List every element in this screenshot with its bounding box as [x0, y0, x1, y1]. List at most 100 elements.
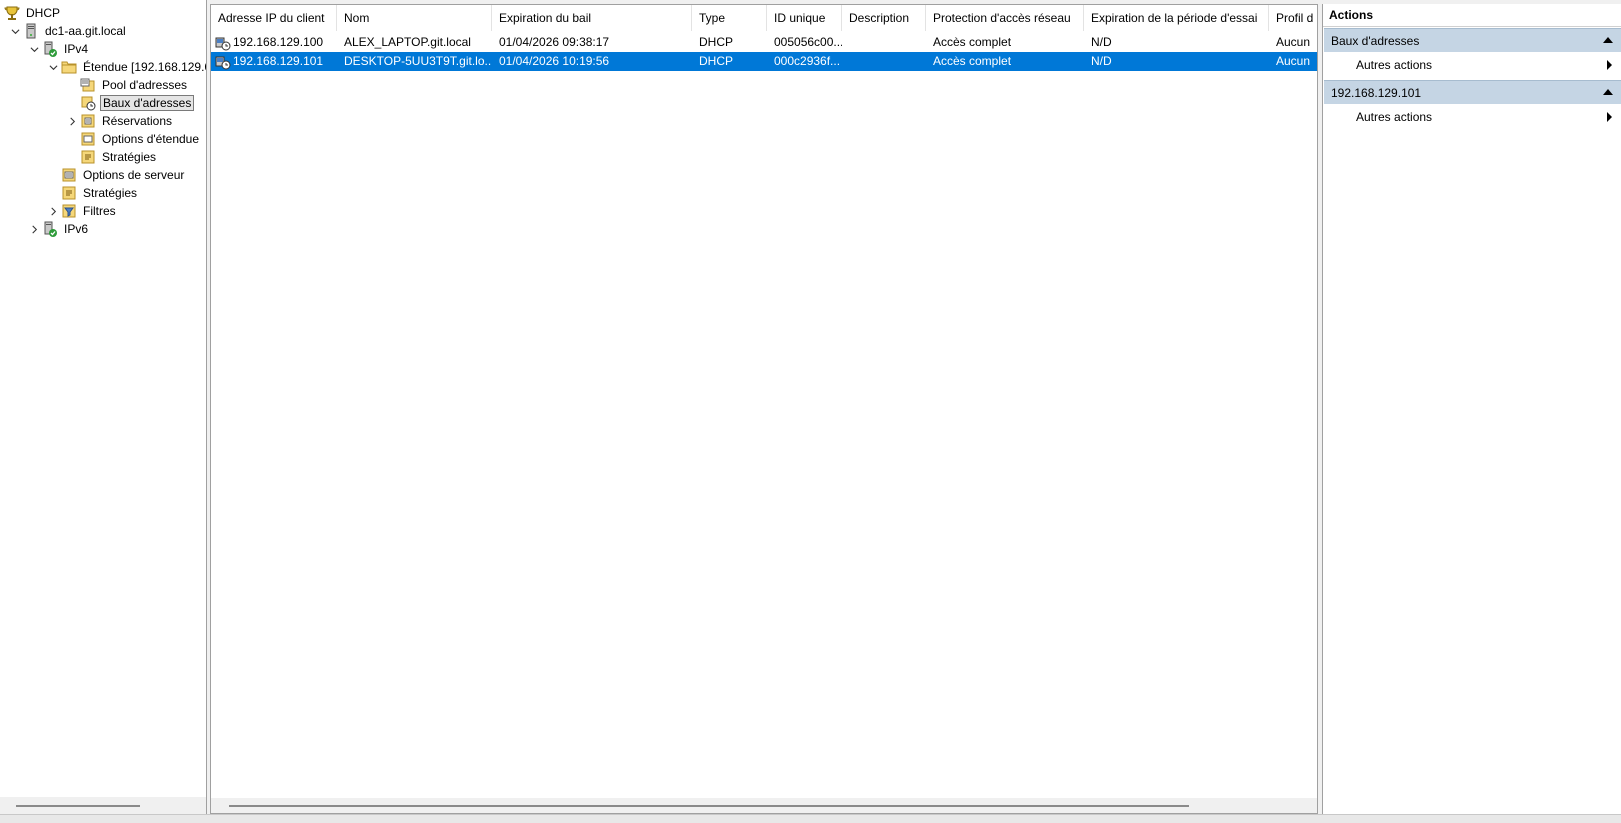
actions-group-header[interactable]: 192.168.129.101 — [1324, 80, 1621, 104]
lease-icon — [215, 35, 231, 51]
column-header-2[interactable]: Expiration du bail — [492, 5, 692, 31]
collapse-up-icon[interactable] — [1603, 37, 1613, 43]
tree-node-label: IPv4 — [64, 42, 89, 56]
cell-text: 192.168.129.101 — [233, 54, 324, 68]
submenu-arrow-icon — [1607, 60, 1612, 70]
folder-icon — [61, 59, 77, 75]
tree-node-label: dc1-aa.git.local — [45, 24, 126, 38]
action-more-actions[interactable]: Autres actions — [1324, 54, 1621, 76]
chevron-right-icon — [50, 207, 56, 215]
leases-list-view[interactable]: Adresse IP du client Nom Expiration du bai… — [210, 4, 1318, 814]
table-cell: DESKTOP-5UU3T9T.git.lo... — [344, 54, 492, 68]
expand-toggle[interactable] — [66, 112, 78, 130]
chevron-down-icon — [49, 64, 57, 70]
column-header-0[interactable]: Adresse IP du client — [211, 5, 337, 31]
column-header-1[interactable]: Nom — [337, 5, 492, 31]
server-options-icon — [61, 167, 77, 183]
tree-scrollbar-thumb[interactable] — [16, 805, 140, 807]
table-row[interactable]: 192.168.129.101 DESKTOP-5UU3T9T.git.lo...… — [211, 52, 1317, 71]
collapse-up-icon[interactable] — [1603, 89, 1613, 95]
table-cell: 192.168.129.101 — [211, 52, 337, 71]
tree-node-1[interactable]: dc1-aa.git.local — [0, 22, 128, 40]
lease-icon — [215, 54, 231, 70]
list-scrollbar-thumb[interactable] — [229, 805, 1189, 807]
chevron-down-icon — [30, 46, 38, 52]
actions-group-header[interactable]: Baux d'adresses — [1324, 28, 1621, 52]
tree-horizontal-scrollbar[interactable] — [0, 797, 206, 814]
tree-node-label: Options de serveur — [83, 168, 185, 182]
tree-node-9[interactable]: Options de serveur — [0, 166, 186, 184]
tree-node-7[interactable]: Options d'étendue — [0, 130, 201, 148]
table-cell: 01/04/2026 09:38:17 — [499, 35, 610, 49]
actions-group-label: 192.168.129.101 — [1331, 86, 1422, 100]
action-item-label: Autres actions — [1356, 58, 1433, 72]
tree-node-12[interactable]: IPv6 — [0, 220, 90, 238]
table-cell — [842, 33, 926, 52]
table-cell: DHCP — [699, 54, 734, 68]
tree-node-10[interactable]: Stratégies — [0, 184, 139, 202]
collapse-toggle[interactable] — [47, 58, 59, 76]
policies-icon — [80, 149, 96, 165]
table-cell: 000c2936f... — [774, 54, 841, 68]
column-header-8[interactable]: Profil d — [1269, 5, 1317, 31]
console-tree[interactable]: DHCP dc1-aa.git.local IPv4 Étendue [192.168… — [0, 0, 207, 814]
tree-node-8[interactable]: Stratégies — [0, 148, 158, 166]
column-header-4[interactable]: ID unique — [767, 5, 842, 31]
collapse-toggle[interactable] — [9, 22, 21, 40]
actions-title: Actions — [1323, 4, 1621, 27]
filters-icon — [61, 203, 77, 219]
tree-node-3[interactable]: Étendue [192.168.129.0] — [0, 58, 206, 76]
tree-node-label: Pool d'adresses — [102, 78, 188, 92]
address-pool-icon — [80, 77, 96, 93]
table-cell: 192.168.129.100 — [211, 33, 337, 52]
table-cell: ALEX_LAPTOP.git.local — [344, 35, 471, 49]
expand-toggle[interactable] — [47, 202, 59, 220]
action-more-actions[interactable]: Autres actions — [1324, 106, 1621, 128]
column-header-7[interactable]: Expiration de la période d'essai — [1084, 5, 1269, 31]
expand-toggle[interactable] — [28, 220, 40, 238]
actions-pane: Actions Baux d'adresses Autres actions 192… — [1322, 4, 1621, 814]
tree-node-label: IPv6 — [64, 222, 89, 236]
tree-node-label: Réservations — [102, 114, 173, 128]
column-header-5[interactable]: Description — [842, 5, 926, 31]
ipv6-icon — [42, 221, 58, 237]
chevron-right-icon — [31, 225, 37, 233]
table-cell: N/D — [1091, 35, 1112, 49]
tree-node-0[interactable]: DHCP — [0, 4, 62, 22]
submenu-arrow-icon — [1607, 112, 1612, 122]
tree-node-label: Options d'étendue — [102, 132, 200, 146]
address-leases-icon — [80, 95, 96, 111]
table-row[interactable]: 192.168.129.100 ALEX_LAPTOP.git.local 01/0… — [211, 33, 1317, 52]
table-cell — [842, 52, 926, 71]
tree-node-label: Baux d'adresses — [100, 95, 195, 111]
tree-node-2[interactable]: IPv4 — [0, 40, 90, 58]
collapse-toggle[interactable] — [28, 40, 40, 58]
chevron-down-icon — [11, 28, 19, 34]
tree-node-label: Stratégies — [83, 186, 138, 200]
tree-node-5[interactable]: Baux d'adresses — [0, 94, 195, 112]
tree-node-4[interactable]: Pool d'adresses — [0, 76, 189, 94]
column-header-6[interactable]: Protection d'accès réseau — [926, 5, 1084, 31]
table-cell: Accès complet — [933, 35, 1012, 49]
server-icon — [23, 23, 39, 39]
table-cell: DHCP — [699, 35, 734, 49]
chevron-right-icon — [69, 117, 75, 125]
ipv4-icon — [42, 41, 58, 57]
tree-node-label: Stratégies — [102, 150, 157, 164]
reservations-icon — [80, 113, 96, 129]
column-header-3[interactable]: Type — [692, 5, 767, 31]
table-cell: 01/04/2026 10:19:56 — [499, 54, 610, 68]
list-header: Adresse IP du client Nom Expiration du bai… — [211, 5, 1317, 31]
scope-options-icon — [80, 131, 96, 147]
policies-icon — [61, 185, 77, 201]
tree-node-6[interactable]: Réservations — [0, 112, 174, 130]
cell-text: 192.168.129.100 — [233, 35, 324, 49]
table-cell: N/D — [1091, 54, 1112, 68]
tree-node-label: DHCP — [26, 6, 61, 20]
list-horizontal-scrollbar[interactable] — [211, 798, 1317, 813]
actions-group-label: Baux d'adresses — [1331, 34, 1420, 48]
tree-node-label: Filtres — [83, 204, 116, 218]
table-cell: Aucun — [1276, 54, 1311, 68]
status-bar — [0, 814, 1621, 823]
tree-node-11[interactable]: Filtres — [0, 202, 118, 220]
